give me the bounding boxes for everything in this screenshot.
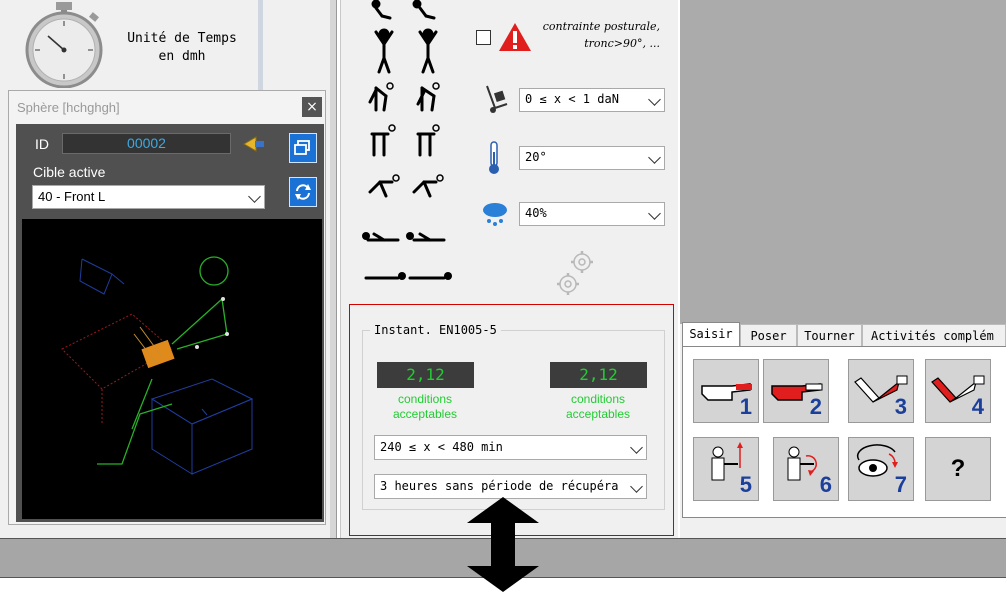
warning-icon [498, 22, 532, 52]
chevron-down-icon [248, 190, 261, 203]
window-restore-icon [294, 140, 310, 155]
tool-grab-3[interactable]: 3 [848, 359, 914, 423]
duration-select[interactable]: 240 ≤ x < 480 min [374, 435, 647, 460]
tool-grab-2[interactable]: 2 [763, 359, 829, 423]
cible-label: Cible active [33, 164, 106, 180]
conditions-right-line2: acceptables [565, 407, 631, 421]
time-unit-line1: Unité de Temps [127, 31, 237, 46]
left-panel-right-border [258, 0, 263, 90]
chevron-down-icon [648, 93, 661, 106]
temperature-select[interactable]: 20° [519, 146, 665, 170]
value-right: 2,12 [550, 362, 647, 388]
gears-icon[interactable] [554, 248, 600, 298]
posture-icons-grid [362, 0, 462, 300]
chevron-down-icon [648, 151, 661, 164]
recovery-select-value: 3 heures sans période de récupéra [380, 479, 619, 493]
recovery-select[interactable]: 3 heures sans période de récupéra [374, 474, 647, 499]
refresh-icon [295, 184, 311, 200]
right-grey-area [680, 0, 1006, 324]
tool-number: 1 [739, 394, 752, 419]
id-field[interactable]: 00002 [62, 133, 231, 154]
constraint-line1: contrainte posturale, [542, 20, 660, 33]
tool-number: 6 [819, 472, 832, 497]
window-restore-button[interactable] [289, 133, 317, 163]
thermometer-icon [485, 140, 503, 176]
pointer-icon[interactable] [242, 134, 266, 154]
conditions-left-line2: acceptables [392, 407, 458, 421]
tab-saisir[interactable]: Saisir [682, 322, 740, 346]
weight-select-value: 0 ≤ x < 1 daN [525, 92, 619, 106]
time-unit-line2: en dmh [158, 49, 206, 64]
stopwatch-icon [18, 2, 110, 89]
hand-truck-icon [481, 84, 511, 114]
chevron-down-icon [630, 480, 643, 493]
tool-number: 3 [894, 394, 907, 419]
vertical-resize-arrow-icon[interactable] [467, 497, 539, 592]
chevron-down-icon [648, 207, 661, 220]
tool-number: 7 [894, 472, 907, 497]
tool-grab-6[interactable]: 6 [773, 437, 839, 501]
weight-select[interactable]: 0 ≤ x < 1 daN [519, 88, 665, 112]
sphere-3d-viewport[interactable] [22, 219, 322, 519]
cible-select[interactable]: 40 - Front L [32, 185, 265, 209]
tool-help[interactable]: ? [925, 437, 991, 501]
conditions-right-line1: conditions [570, 392, 626, 406]
conditions-left-line1: conditions [397, 392, 453, 406]
time-unit-label: Unité de Temps en dmh [112, 30, 252, 66]
refresh-button[interactable] [289, 177, 317, 207]
tool-number: 4 [971, 394, 984, 419]
tool-grab-5[interactable]: 5 [693, 437, 759, 501]
rain-cloud-icon [481, 200, 509, 228]
left-panel-edge [330, 0, 337, 538]
constraint-checkbox[interactable] [476, 30, 491, 45]
sphere-window-title: Sphère [hchghgh] [17, 100, 120, 115]
constraint-text: contrainte posturale, tronc>90°, ... [530, 18, 660, 52]
temperature-select-value: 20° [525, 150, 547, 164]
en1005-legend: Instant. EN1005-5 [370, 323, 501, 337]
tab-activites[interactable]: Activités complém [862, 324, 1006, 346]
tool-grab-4[interactable]: 4 [925, 359, 991, 423]
duration-select-value: 240 ≤ x < 480 min [380, 440, 503, 454]
value-left: 2,12 [377, 362, 474, 388]
tab-poser[interactable]: Poser [740, 324, 797, 346]
tool-number: 2 [809, 394, 822, 419]
tool-help-label: ? [950, 455, 966, 482]
sphere-close-button[interactable]: × [302, 97, 322, 117]
cible-select-value: 40 - Front L [38, 189, 106, 204]
tool-number: 5 [739, 472, 752, 497]
humidity-select[interactable]: 40% [519, 202, 665, 226]
tool-grab-1[interactable]: 1 [693, 359, 759, 423]
tool-grab-7[interactable]: 7 [848, 437, 914, 501]
conditions-right: conditions acceptables [541, 392, 655, 422]
chevron-down-icon [630, 441, 643, 454]
humidity-select-value: 40% [525, 206, 547, 220]
id-label: ID [35, 136, 49, 152]
conditions-left: conditions acceptables [368, 392, 482, 422]
constraint-line2: tronc>90°, ... [584, 37, 660, 50]
tab-tourner[interactable]: Tourner [797, 324, 862, 346]
